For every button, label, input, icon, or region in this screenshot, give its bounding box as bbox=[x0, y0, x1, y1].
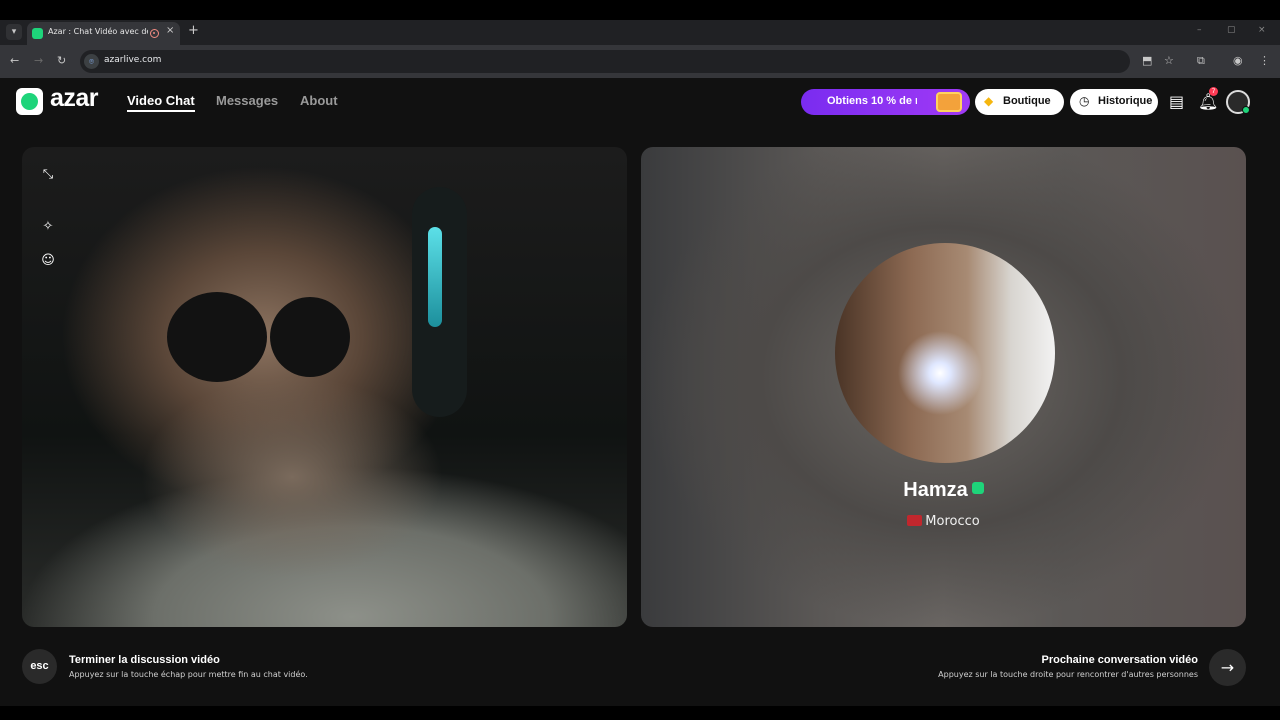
glasses-left-shape bbox=[167, 292, 267, 382]
end-chat-button[interactable]: esc bbox=[22, 649, 57, 684]
history-label: Historique bbox=[1098, 95, 1153, 107]
shop-button[interactable]: ◆ Boutique bbox=[975, 89, 1064, 115]
verified-badge-icon bbox=[971, 482, 984, 494]
chevron-down-icon[interactable]: ▾ bbox=[6, 24, 22, 40]
glasses-right-shape bbox=[270, 297, 350, 377]
azar-app: azar Video Chat Messages About Obtiens 1… bbox=[0, 78, 1280, 706]
partner-video: Hamza Morocco bbox=[641, 147, 1246, 627]
promo-text: Obtiens 10 % de r bbox=[827, 95, 917, 107]
diamond-icon: ◆ bbox=[984, 94, 994, 108]
end-chat-hint: Appuyez sur la touche échap pour mettre … bbox=[69, 670, 308, 679]
nav-video-chat[interactable]: Video Chat bbox=[127, 93, 195, 112]
minimize-icon[interactable]: ⤡ bbox=[40, 167, 56, 183]
browser-window: ▾ Azar : Chat Vidéo avec de n × + – ▢ × … bbox=[0, 0, 1280, 720]
morocco-flag-icon bbox=[907, 515, 923, 526]
close-window-button[interactable]: × bbox=[1258, 25, 1266, 35]
online-status-icon bbox=[1242, 106, 1250, 114]
self-video: ⤡ ✧ ☺ bbox=[22, 147, 627, 627]
partner-country-row: Morocco bbox=[641, 514, 1246, 529]
tab-strip: ▾ Azar : Chat Vidéo avec de n × + – ▢ × bbox=[0, 20, 1280, 45]
address-bar[interactable]: ⌾ azarlive.com bbox=[80, 50, 1130, 73]
back-button[interactable]: ← bbox=[10, 54, 19, 67]
magic-wand-icon[interactable]: ✧ bbox=[40, 219, 56, 235]
treasure-chest-icon bbox=[936, 92, 962, 112]
reload-button[interactable]: ↻ bbox=[57, 54, 66, 67]
url-text[interactable]: azarlive.com bbox=[104, 55, 161, 65]
browser-toolbar: ← → ↻ ⌾ azarlive.com ⬒ ☆ ⧉ ◉ ⋮ bbox=[0, 45, 1280, 78]
bookmark-star-icon[interactable]: ☆ bbox=[1164, 54, 1174, 67]
avatar[interactable] bbox=[1226, 90, 1250, 114]
azar-favicon-icon bbox=[32, 28, 43, 39]
history-button[interactable]: ◷ Historique bbox=[1070, 89, 1158, 115]
partner-country: Morocco bbox=[925, 514, 980, 529]
notification-badge: 7 bbox=[1209, 87, 1218, 96]
next-chat-button[interactable]: → bbox=[1209, 649, 1246, 686]
logo-text[interactable]: azar bbox=[50, 84, 99, 113]
azar-logo-icon[interactable] bbox=[16, 88, 43, 115]
clock-icon: ◷ bbox=[1079, 94, 1090, 108]
site-info-icon[interactable]: ⌾ bbox=[84, 54, 99, 69]
nav-messages[interactable]: Messages bbox=[216, 93, 278, 108]
nav-about[interactable]: About bbox=[300, 93, 338, 108]
profile-icon[interactable]: ◉ bbox=[1233, 54, 1243, 67]
partner-name-row: Hamza bbox=[641, 479, 1246, 502]
partner-profile-photo bbox=[835, 243, 1055, 463]
maximize-window-button[interactable]: ▢ bbox=[1227, 25, 1236, 35]
end-chat-title: Terminer la discussion vidéo bbox=[69, 654, 220, 666]
shop-label: Boutique bbox=[1003, 95, 1051, 107]
recording-indicator-icon bbox=[150, 29, 159, 38]
headset-light-shape bbox=[428, 227, 442, 327]
browser-menu-icon[interactable]: ⋮ bbox=[1259, 54, 1270, 67]
partner-name: Hamza bbox=[903, 479, 968, 501]
new-tab-button[interactable]: + bbox=[188, 23, 199, 38]
tab-close-icon[interactable]: × bbox=[166, 25, 174, 36]
next-chat-hint: Appuyez sur la touche droite pour rencon… bbox=[938, 670, 1198, 679]
tab-azar[interactable]: Azar : Chat Vidéo avec de n × bbox=[27, 22, 180, 45]
promo-banner[interactable]: Obtiens 10 % de r bbox=[801, 89, 970, 115]
install-app-icon[interactable]: ⬒ bbox=[1142, 54, 1152, 67]
inbox-box-icon[interactable]: ▤ bbox=[1169, 92, 1184, 111]
minimize-window-button[interactable]: – bbox=[1197, 25, 1202, 35]
next-chat-title: Prochaine conversation vidéo bbox=[1041, 654, 1199, 666]
face-filter-icon[interactable]: ☺ bbox=[40, 253, 56, 269]
tab-title: Azar : Chat Vidéo avec de n bbox=[48, 27, 148, 36]
forward-button[interactable]: → bbox=[34, 54, 43, 67]
extensions-icon[interactable]: ⧉ bbox=[1197, 54, 1205, 68]
